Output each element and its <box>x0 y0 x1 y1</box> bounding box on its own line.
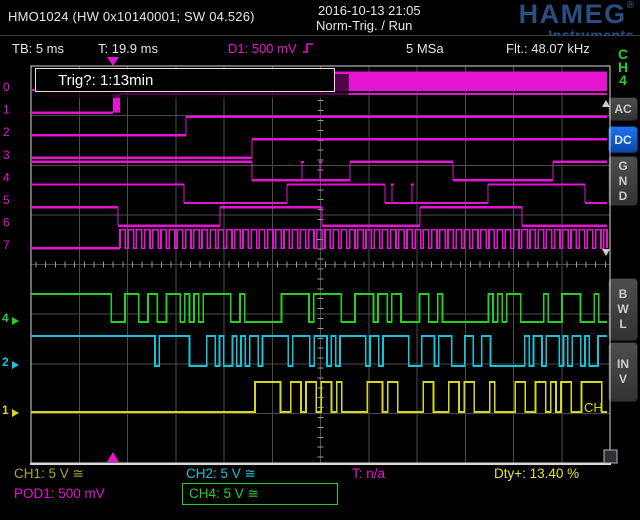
svg-text:1: 1 <box>2 403 9 417</box>
analog-channel-marker-2: 2 <box>2 355 19 369</box>
svg-text:7: 7 <box>3 238 10 252</box>
oscilloscope-screen: HMO1024 (HW 0x10140001; SW 04.526) 2016-… <box>0 0 640 520</box>
inline-channel-label: CH <box>584 400 603 415</box>
svg-text:0: 0 <box>3 80 10 94</box>
digital-trace-D4 <box>31 162 607 181</box>
analog-trace-CH2 <box>31 336 607 366</box>
svg-text:6: 6 <box>3 216 10 230</box>
svg-text:2: 2 <box>3 125 10 139</box>
svg-text:2: 2 <box>2 355 9 369</box>
corner-scroll-box[interactable] <box>604 450 617 463</box>
trigger-position-marker-top[interactable] <box>107 57 119 66</box>
pod-channel-labels: 0 1 2 3 4 5 6 7 <box>3 80 10 252</box>
digital-trace-D1 <box>31 94 607 113</box>
analog-channel-marker-4: 4 <box>2 311 19 325</box>
pod-scroll-down-icon[interactable] <box>602 249 610 256</box>
svg-text:1: 1 <box>3 103 10 117</box>
analog-channel-marker-1: 1 <box>2 403 19 417</box>
pod-scroll-up-icon[interactable] <box>602 100 610 107</box>
trigger-position-marker-bottom[interactable] <box>107 452 119 462</box>
svg-text:5: 5 <box>3 193 10 207</box>
digital-trace-D5 <box>31 185 607 204</box>
digital-trace-D2 <box>31 117 607 136</box>
digital-trace-D3 <box>31 139 607 158</box>
analog-traces <box>31 294 607 412</box>
trigger-status-dialog: Trig?: 1:13min <box>35 68 335 92</box>
svg-text:4: 4 <box>2 311 9 325</box>
svg-text:3: 3 <box>3 148 10 162</box>
svg-text:4: 4 <box>3 170 10 184</box>
